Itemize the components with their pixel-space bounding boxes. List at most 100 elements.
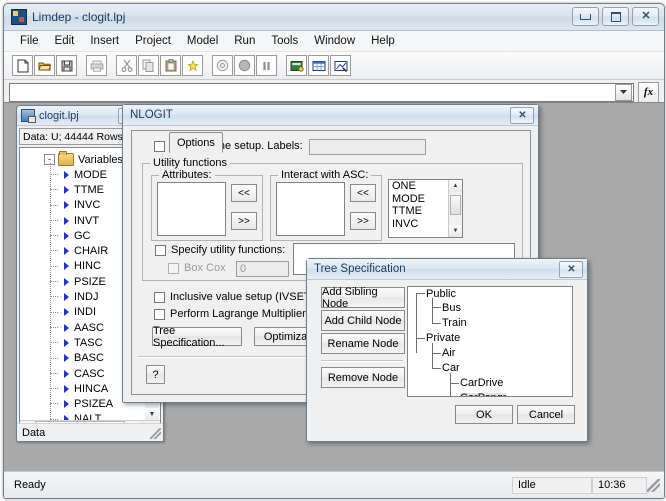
tree-node[interactable]: CarDrive xyxy=(460,378,503,389)
tree-node[interactable]: Air xyxy=(442,348,455,359)
menu-edit[interactable]: Edit xyxy=(47,33,83,49)
menu-run[interactable]: Run xyxy=(226,33,263,49)
interact-asc-caption: Interact with ASC: xyxy=(278,169,372,181)
variable-bullet-icon xyxy=(64,277,69,286)
variable-label: TASC xyxy=(74,336,103,349)
close-button[interactable]: ✕ xyxy=(632,7,659,26)
ivset-checkbox[interactable] xyxy=(154,291,165,303)
nlogit-title: NLOGIT xyxy=(130,109,173,121)
tree-node[interactable]: Bus xyxy=(442,303,461,314)
variable-bullet-icon xyxy=(64,231,69,240)
rename-node-button[interactable]: Rename Node xyxy=(321,333,405,354)
add-child-node-button[interactable]: Add Child Node xyxy=(321,310,405,331)
chevron-down-icon[interactable] xyxy=(615,83,632,101)
fx-button[interactable]: fx xyxy=(638,81,659,103)
specify-utility-checkbox[interactable] xyxy=(155,244,166,256)
help-button[interactable]: ? xyxy=(146,365,165,384)
menu-insert[interactable]: Insert xyxy=(82,33,127,49)
one-line-setup-input[interactable] xyxy=(309,139,426,155)
interact-asc-move-right-button[interactable]: >> xyxy=(350,212,376,230)
variable-bullet-icon xyxy=(64,369,69,378)
tab-options[interactable]: Options xyxy=(169,132,223,153)
tree-root-label: Variables xyxy=(78,153,124,166)
variable-bullet-icon xyxy=(64,262,69,271)
data-grid-icon[interactable] xyxy=(308,55,329,76)
tree-spec-close-button[interactable]: ✕ xyxy=(559,261,583,278)
tree-line xyxy=(432,368,441,369)
utility-functions-caption: Utility functions xyxy=(150,157,230,169)
button-separator xyxy=(321,360,403,362)
variable-label: GC xyxy=(74,229,91,242)
variable-label: MODE xyxy=(74,168,107,181)
window-tile-icon[interactable] xyxy=(286,55,307,76)
variable-bullet-icon xyxy=(64,247,69,256)
menu-help[interactable]: Help xyxy=(363,33,403,49)
ok-button[interactable]: OK xyxy=(455,405,513,424)
print-icon xyxy=(86,55,107,76)
command-combobox[interactable] xyxy=(9,82,634,102)
tree-node[interactable]: Private xyxy=(426,333,460,344)
box-cox-value[interactable]: 0 xyxy=(236,261,289,277)
tree-spec-title-bar: Tree Specification ✕ xyxy=(307,259,587,280)
attributes-listbox[interactable] xyxy=(157,182,226,236)
specify-utility-row: Specify utility functions: xyxy=(155,244,285,256)
tree-line xyxy=(416,293,425,294)
variable-label: HINC xyxy=(74,260,101,273)
lagrange-checkbox[interactable] xyxy=(154,308,165,320)
variable-label: CHAIR xyxy=(74,245,109,258)
menu-window[interactable]: Window xyxy=(306,33,363,49)
menu-project[interactable]: Project xyxy=(127,33,179,49)
star-icon[interactable] xyxy=(182,55,203,76)
variables-listbox[interactable]: ONE MODE TTME INVC ▲ ▼ xyxy=(388,179,463,238)
variable-label: INVC xyxy=(74,199,101,212)
command-input[interactable] xyxy=(10,82,615,102)
tree-node[interactable]: Public xyxy=(426,289,456,300)
attributes-move-right-button[interactable]: >> xyxy=(231,212,257,230)
one-line-setup-checkbox[interactable] xyxy=(154,140,165,152)
resize-grip[interactable] xyxy=(647,478,660,492)
analyze-icon[interactable] xyxy=(330,55,351,76)
status-time: 10:36 xyxy=(592,476,647,494)
nlogit-title-bar: NLOGIT ✕ xyxy=(123,105,538,126)
box-cox-checkbox[interactable] xyxy=(168,262,179,274)
open-folder-icon[interactable] xyxy=(34,55,55,76)
menu-tools[interactable]: Tools xyxy=(263,33,306,49)
save-icon[interactable] xyxy=(56,55,77,76)
interact-asc-move-left-button[interactable]: << xyxy=(350,184,376,202)
variable-bullet-icon xyxy=(64,185,69,194)
scroll-down-icon[interactable]: ▼ xyxy=(449,225,462,237)
copy-icon xyxy=(138,55,159,76)
node-tree[interactable]: Public Bus Train Private Air Car CarDriv… xyxy=(407,286,573,397)
add-sibling-node-button[interactable]: Add Sibling Node xyxy=(321,286,405,310)
resize-grip[interactable] xyxy=(150,428,161,439)
menu-bar: File Edit Insert Project Model Run Tools… xyxy=(4,31,664,52)
menu-model[interactable]: Model xyxy=(179,33,226,49)
main-toolbar xyxy=(4,52,664,80)
scroll-up-icon[interactable]: ▲ xyxy=(449,180,462,192)
variables-listbox-scrollbar[interactable]: ▲ ▼ xyxy=(448,180,462,237)
tree-line xyxy=(432,343,433,369)
tree-node[interactable]: Car xyxy=(442,363,460,374)
tree-line xyxy=(432,298,433,324)
app-title: Limdep - clogit.lpj xyxy=(32,10,126,24)
variable-bullet-icon xyxy=(64,170,69,179)
new-file-icon[interactable] xyxy=(12,55,33,76)
tree-node-selected[interactable]: CarPsngr xyxy=(460,393,507,396)
tree-specification-button[interactable]: Tree Specification... xyxy=(152,325,242,349)
folder-icon xyxy=(58,151,74,166)
interact-asc-listbox[interactable] xyxy=(276,182,345,236)
variable-label: BASC xyxy=(74,352,104,365)
interact-asc-group: Interact with ASC: << >> xyxy=(270,169,382,241)
variable-label: HINCA xyxy=(74,382,109,395)
nlogit-close-button[interactable]: ✕ xyxy=(510,107,534,124)
minimize-button[interactable] xyxy=(572,7,599,26)
project-status-bar: Data xyxy=(17,423,163,441)
menu-file[interactable]: File xyxy=(12,33,47,49)
attributes-move-left-button[interactable]: << xyxy=(231,184,257,202)
cancel-button[interactable]: Cancel xyxy=(517,405,575,424)
maximize-button[interactable] xyxy=(602,7,629,26)
scrollbar-thumb[interactable] xyxy=(450,195,461,215)
tree-line xyxy=(416,293,417,353)
tree-node[interactable]: Train xyxy=(442,318,467,329)
remove-node-button[interactable]: Remove Node xyxy=(321,367,405,388)
